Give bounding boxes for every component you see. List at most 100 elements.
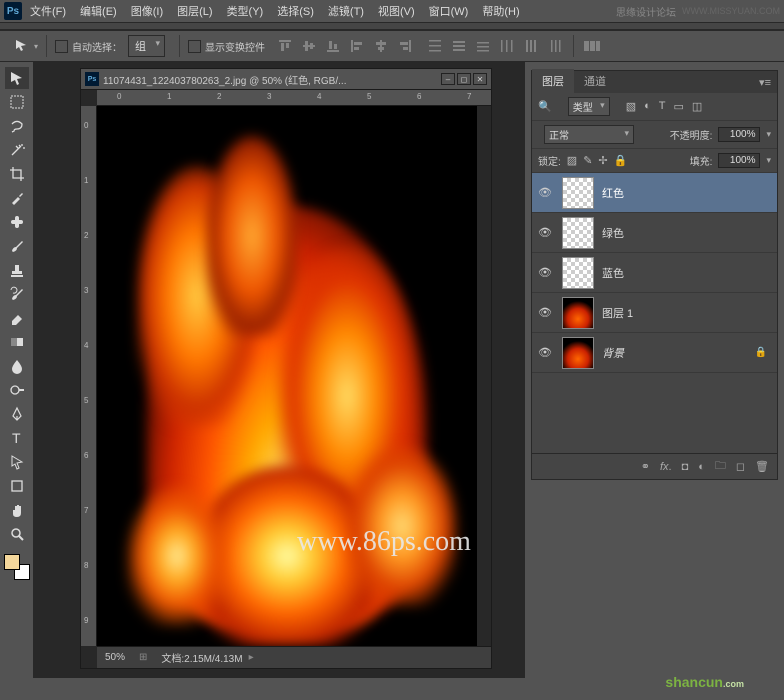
- group-icon[interactable]: 🗀: [715, 457, 726, 476]
- layer-name[interactable]: 蓝色: [602, 265, 624, 281]
- fill-value[interactable]: 100%: [718, 153, 760, 168]
- dodge-tool[interactable]: [5, 379, 29, 401]
- crop-tool[interactable]: [5, 163, 29, 185]
- lock-all-icon[interactable]: 🔒: [614, 154, 628, 167]
- ruler-horizontal[interactable]: 0 1 2 3 4 5 6 7: [97, 90, 491, 106]
- ruler-vertical[interactable]: 0 1 2 3 4 5 6 7 8 9: [81, 106, 97, 646]
- visibility-icon[interactable]: 👁: [536, 266, 554, 279]
- history-brush-tool[interactable]: [5, 283, 29, 305]
- wand-tool[interactable]: [5, 139, 29, 161]
- panel-menu-icon[interactable]: ▾≡: [753, 72, 777, 93]
- color-swatch[interactable]: [4, 554, 30, 580]
- close-button[interactable]: ✕: [473, 73, 487, 85]
- align-bottom-icon[interactable]: [323, 37, 343, 55]
- move-tool[interactable]: [5, 67, 29, 89]
- fg-color[interactable]: [4, 554, 20, 570]
- menu-type[interactable]: 类型(Y): [227, 3, 264, 19]
- marquee-tool[interactable]: [5, 91, 29, 113]
- lock-trans-icon[interactable]: ▨: [567, 154, 577, 167]
- stamp-tool[interactable]: [5, 259, 29, 281]
- dist-right-icon[interactable]: [545, 37, 565, 55]
- delete-icon[interactable]: 🗑: [755, 460, 769, 473]
- shape-tool[interactable]: [5, 475, 29, 497]
- dist-left-icon[interactable]: [497, 37, 517, 55]
- doc-titlebar[interactable]: Ps 11074431_122403780263_2.jpg @ 50% (红色…: [80, 68, 492, 90]
- layer-thumb[interactable]: [562, 297, 594, 329]
- menu-help[interactable]: 帮助(H): [482, 3, 519, 19]
- maximize-button[interactable]: ◻: [457, 73, 471, 85]
- menu-view[interactable]: 视图(V): [378, 3, 415, 19]
- type-tool[interactable]: T: [5, 427, 29, 449]
- mask-icon[interactable]: ◘: [682, 461, 689, 473]
- layer-thumb[interactable]: [562, 217, 594, 249]
- heal-tool[interactable]: [5, 211, 29, 233]
- path-select-tool[interactable]: [5, 451, 29, 473]
- layer-row[interactable]: 👁 绿色: [532, 213, 777, 253]
- dist-hcenter-icon[interactable]: [521, 37, 541, 55]
- lock-pos-icon[interactable]: ✢: [598, 154, 607, 167]
- link-layers-icon[interactable]: ⚭: [641, 460, 650, 473]
- menu-filter[interactable]: 滤镜(T): [328, 3, 364, 19]
- menu-image[interactable]: 图像(I): [131, 3, 163, 19]
- gradient-tool[interactable]: [5, 331, 29, 353]
- minimize-button[interactable]: –: [441, 73, 455, 85]
- align-hcenter-icon[interactable]: [371, 37, 391, 55]
- hand-tool[interactable]: [5, 499, 29, 521]
- align-top-icon[interactable]: [275, 37, 295, 55]
- auto-align-icon[interactable]: [582, 37, 602, 55]
- layer-name[interactable]: 图层 1: [602, 305, 633, 321]
- fx-icon[interactable]: fx.: [660, 461, 672, 473]
- layer-row[interactable]: 👁 图层 1: [532, 293, 777, 333]
- filter-pixel-icon[interactable]: ▧: [626, 100, 636, 113]
- menu-select[interactable]: 选择(S): [277, 3, 314, 19]
- dist-vcenter-icon[interactable]: [449, 37, 469, 55]
- move-submenu-icon[interactable]: ▾: [34, 42, 38, 51]
- visibility-icon[interactable]: 👁: [536, 226, 554, 239]
- auto-select-checkbox[interactable]: [55, 40, 68, 53]
- eyedropper-tool[interactable]: [5, 187, 29, 209]
- lasso-tool[interactable]: [5, 115, 29, 137]
- tab-channels[interactable]: 通道: [574, 69, 616, 93]
- align-vcenter-icon[interactable]: [299, 37, 319, 55]
- layer-name[interactable]: 绿色: [602, 225, 624, 241]
- visibility-icon[interactable]: 👁: [536, 306, 554, 319]
- layer-thumb[interactable]: [562, 337, 594, 369]
- menu-layer[interactable]: 图层(L): [177, 3, 212, 19]
- dist-top-icon[interactable]: [425, 37, 445, 55]
- transform-checkbox[interactable]: [188, 40, 201, 53]
- canvas-image[interactable]: www.86ps.com: [97, 106, 477, 646]
- adjustment-icon[interactable]: ◐: [698, 461, 705, 473]
- brush-tool[interactable]: [5, 235, 29, 257]
- layer-name[interactable]: 背景: [602, 345, 624, 361]
- new-layer-icon[interactable]: ◻: [736, 460, 745, 473]
- align-right-icon[interactable]: [395, 37, 415, 55]
- layer-thumb[interactable]: [562, 177, 594, 209]
- filter-adjust-icon[interactable]: ◐: [644, 100, 651, 113]
- pen-tool[interactable]: [5, 403, 29, 425]
- tab-layers[interactable]: 图层: [532, 69, 574, 93]
- visibility-icon[interactable]: 👁: [536, 346, 554, 359]
- dist-bottom-icon[interactable]: [473, 37, 493, 55]
- zoom-tool[interactable]: [5, 523, 29, 545]
- opacity-value[interactable]: 100%: [718, 127, 760, 142]
- visibility-icon[interactable]: 👁: [536, 186, 554, 199]
- zoom-level[interactable]: 50%: [105, 652, 125, 663]
- align-left-icon[interactable]: [347, 37, 367, 55]
- filter-type-icon[interactable]: T: [659, 100, 666, 113]
- layer-name[interactable]: 红色: [602, 185, 624, 201]
- lock-paint-icon[interactable]: ✎: [583, 154, 592, 167]
- layer-row[interactable]: 👁 蓝色: [532, 253, 777, 293]
- layer-row[interactable]: 👁背景🔒: [532, 333, 777, 373]
- filter-smart-icon[interactable]: ◫: [692, 100, 702, 113]
- menu-window[interactable]: 窗口(W): [429, 3, 469, 19]
- layer-thumb[interactable]: [562, 257, 594, 289]
- menu-edit[interactable]: 编辑(E): [80, 3, 117, 19]
- blend-mode-dropdown[interactable]: 正常: [544, 125, 634, 144]
- filter-shape-icon[interactable]: ▭: [674, 100, 684, 113]
- eraser-tool[interactable]: [5, 307, 29, 329]
- auto-select-dropdown[interactable]: 组: [128, 35, 165, 57]
- menu-file[interactable]: 文件(F): [30, 3, 66, 19]
- filter-type-dropdown[interactable]: 类型: [568, 97, 610, 116]
- blur-tool[interactable]: [5, 355, 29, 377]
- layer-row[interactable]: 👁 红色: [532, 173, 777, 213]
